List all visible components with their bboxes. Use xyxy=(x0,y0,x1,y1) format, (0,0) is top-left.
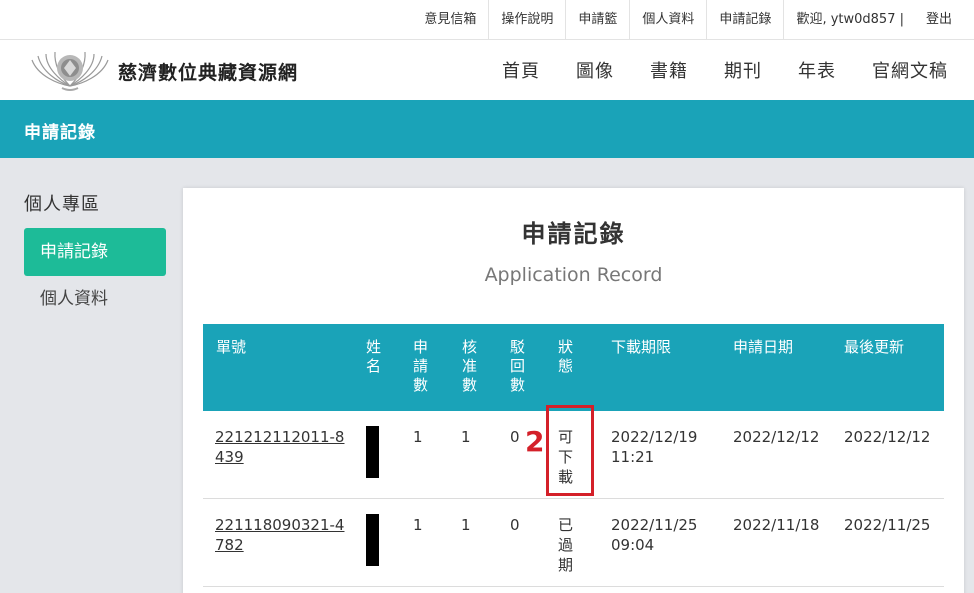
header-applied: 申請數 xyxy=(413,338,429,394)
status-text: 已過期 xyxy=(558,516,574,574)
header-apply-date: 申請日期 xyxy=(733,338,794,356)
page-title: 申請記錄 xyxy=(521,220,626,248)
header-approved: 核准數 xyxy=(462,338,478,394)
download-deadline: 2022/11/25 09:04 xyxy=(611,516,698,554)
nav-images[interactable]: 圖像 xyxy=(576,57,614,83)
sidebar-heading: 個人專區 xyxy=(24,194,100,215)
apply-date: 2022/12/12 xyxy=(733,428,820,446)
redacted-name xyxy=(366,426,379,478)
records-table: 單號 姓名 申請數 核准數 駁回數 狀態 下載期限 申請日期 最後更新 2212… xyxy=(203,324,944,587)
welcome-text: 歡迎, ytw0d857 | xyxy=(783,0,918,40)
header-rejected: 駁回數 xyxy=(510,338,526,394)
sidebar-item-profile[interactable]: 個人資料 xyxy=(24,276,166,322)
rejected-count: 0 xyxy=(510,516,520,534)
applied-count: 1 xyxy=(413,428,423,446)
topbar-link-feedback[interactable]: 意見信箱 xyxy=(412,0,488,40)
tzu-chi-logo-icon[interactable] xyxy=(28,46,112,94)
main-nav: 首頁 圖像 書籍 期刊 年表 官網文稿 xyxy=(466,40,948,100)
site-name[interactable]: 慈濟數位典藏資源網 xyxy=(118,58,298,85)
logout-link[interactable]: 登出 xyxy=(918,0,964,40)
sidebar: 個人專區 申請記錄 個人資料 xyxy=(24,190,166,322)
nav-home[interactable]: 首頁 xyxy=(502,57,540,83)
order-number-link[interactable]: 221118090321-4782 xyxy=(215,515,345,555)
apply-date: 2022/11/18 xyxy=(733,516,820,534)
redacted-name xyxy=(366,514,379,566)
topbar-link-records[interactable]: 申請記錄 xyxy=(706,0,783,40)
content-card: 申請記錄 Application Record 單號 姓名 申請數 核准數 駁回… xyxy=(183,188,964,593)
topbar-link-profile[interactable]: 個人資料 xyxy=(629,0,706,40)
header-deadline: 下載期限 xyxy=(611,338,672,356)
sidebar-item-records[interactable]: 申請記錄 xyxy=(24,228,166,276)
banner-title: 申請記錄 xyxy=(24,123,96,143)
last-updated: 2022/12/12 xyxy=(844,428,931,446)
approved-count: 1 xyxy=(461,428,471,446)
nav-journals[interactable]: 期刊 xyxy=(724,57,762,83)
table-header: 單號 姓名 申請數 核准數 駁回數 狀態 下載期限 申請日期 最後更新 xyxy=(203,324,944,411)
table-row: 221212112011-8439 1 1 0 2 可下載 2022/12/19… xyxy=(203,405,944,499)
nav-chronology[interactable]: 年表 xyxy=(798,57,836,83)
download-deadline: 2022/12/19 11:21 xyxy=(611,428,698,466)
header-updated: 最後更新 xyxy=(844,338,905,356)
top-utility-bar: 意見信箱 操作說明 申請籃 個人資料 申請記錄 歡迎, ytw0d857 | 登… xyxy=(0,0,974,40)
topbar-link-help[interactable]: 操作說明 xyxy=(488,0,565,40)
table-row: 221118090321-4782 1 1 0 已過期 2022/11/25 0… xyxy=(203,499,944,587)
page-banner: 申請記錄 xyxy=(0,100,974,158)
site-header: 慈濟數位典藏資源網 首頁 圖像 書籍 期刊 年表 官網文稿 xyxy=(0,40,974,100)
header-status: 狀態 xyxy=(558,338,574,375)
nav-official-articles[interactable]: 官網文稿 xyxy=(872,57,948,83)
applied-count: 1 xyxy=(413,516,423,534)
annotation-number: 2 xyxy=(525,425,545,458)
last-updated: 2022/11/25 xyxy=(844,516,931,534)
status-text[interactable]: 可下載 xyxy=(558,427,574,487)
nav-books[interactable]: 書籍 xyxy=(650,57,688,83)
rejected-count: 0 xyxy=(510,428,520,446)
header-order-no: 單號 xyxy=(216,338,247,356)
topbar-link-cart[interactable]: 申請籃 xyxy=(565,0,629,40)
page-subtitle: Application Record xyxy=(484,264,663,286)
approved-count: 1 xyxy=(461,516,471,534)
header-name: 姓名 xyxy=(366,338,382,375)
order-number-link[interactable]: 221212112011-8439 xyxy=(215,427,345,467)
